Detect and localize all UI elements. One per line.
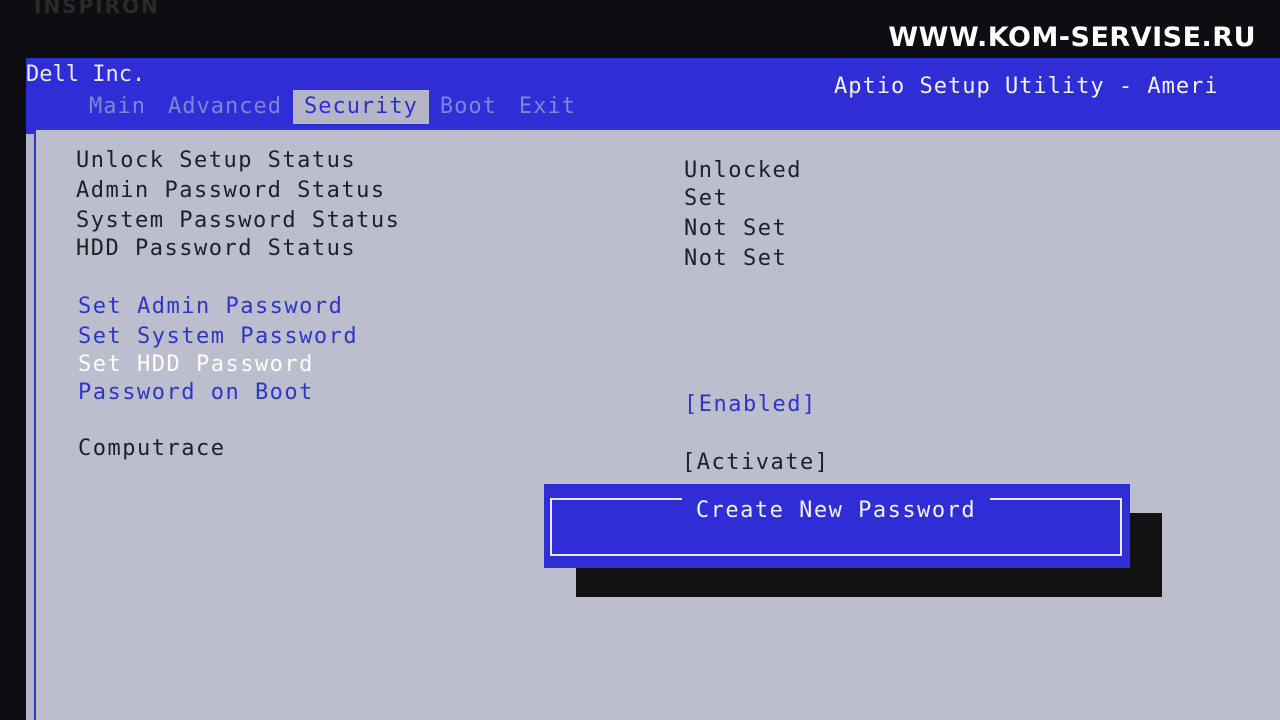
computrace-value: [Activate]	[682, 450, 830, 475]
utility-title: Aptio Setup Utility - Ameri	[834, 74, 1219, 99]
admin-password-status-value: Set	[684, 186, 729, 211]
admin-password-status-label: Admin Password Status	[76, 178, 386, 203]
laptop-brand-bezel: INSPIRON	[34, 0, 160, 18]
tab-security[interactable]: Security	[292, 90, 429, 124]
watermark: WWW.KOM-SERVISE.RU	[888, 22, 1256, 53]
system-password-status-value: Not Set	[684, 216, 788, 241]
dialog-title: Create New Password	[681, 498, 991, 523]
tab-main[interactable]: Main	[78, 90, 157, 124]
bios-screen: Dell Inc. Aptio Setup Utility - Ameri Ma…	[26, 58, 1280, 720]
dialog-frame: Create New Password	[550, 498, 1122, 560]
vendor-name: Dell Inc.	[26, 62, 146, 87]
set-admin-password-item[interactable]: Set Admin Password	[78, 294, 343, 319]
create-password-dialog: Create New Password	[544, 484, 1130, 568]
set-system-password-item[interactable]: Set System Password	[78, 324, 358, 349]
password-on-boot-item[interactable]: Password on Boot	[78, 380, 314, 405]
unlock-setup-status-value: Unlocked	[684, 158, 802, 183]
dialog-title-wrap: Create New Password	[552, 498, 1120, 523]
tab-advanced[interactable]: Advanced	[157, 90, 293, 124]
hdd-password-status-label: HDD Password Status	[76, 236, 357, 261]
computrace-label: Computrace	[78, 436, 226, 461]
new-password-input[interactable]	[572, 534, 1116, 560]
tab-boot[interactable]: Boot	[429, 90, 508, 124]
set-hdd-password-item[interactable]: Set HDD Password	[78, 352, 314, 377]
tab-bar: Main Advanced Security Boot Exit	[78, 90, 587, 124]
password-on-boot-value[interactable]: [Enabled]	[684, 392, 817, 417]
bios-header: Dell Inc. Aptio Setup Utility - Ameri Ma…	[26, 58, 1280, 134]
security-panel: Unlock Setup Status Unlocked Admin Passw…	[34, 128, 1280, 720]
hdd-password-status-value: Not Set	[684, 246, 788, 271]
system-password-status-label: System Password Status	[76, 208, 401, 233]
unlock-setup-status-label: Unlock Setup Status	[76, 148, 357, 173]
tab-exit[interactable]: Exit	[508, 90, 587, 124]
